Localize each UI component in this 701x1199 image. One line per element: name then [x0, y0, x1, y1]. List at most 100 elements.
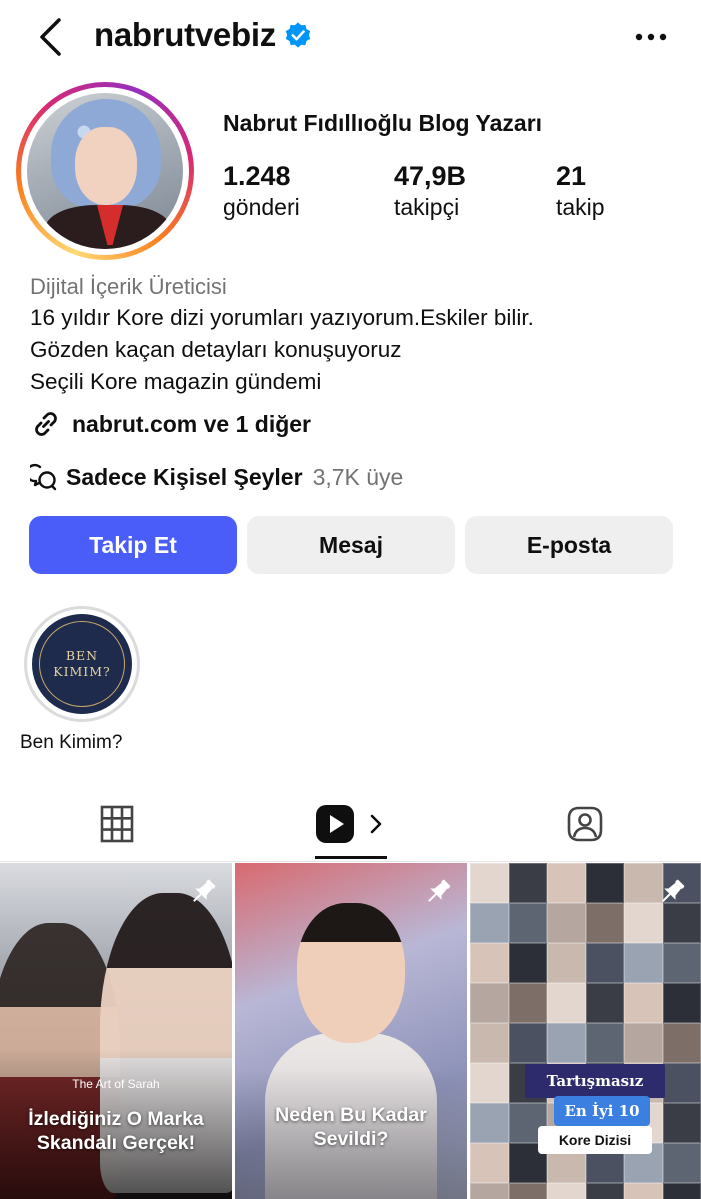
tab-posts-grid[interactable]: [60, 786, 174, 862]
collage-tile: [624, 1023, 663, 1063]
stat-following[interactable]: 21 takip: [556, 160, 605, 222]
stat-posts-label: gönderi: [223, 194, 300, 220]
pin-icon: [662, 879, 685, 902]
follow-button[interactable]: Takip Et: [29, 516, 237, 574]
profile-link-text[interactable]: nabrut.com ve 1 diğer: [72, 411, 311, 438]
collage-tile: [662, 983, 701, 1023]
collage-tile: [470, 1103, 509, 1143]
collage-tile: [662, 1103, 701, 1143]
profile-avatar-story-ring[interactable]: [16, 82, 194, 260]
collage-tile: [470, 903, 509, 943]
broadcast-channel-icon: [30, 463, 57, 491]
collage-tile: [585, 1183, 624, 1199]
collage-tile: [547, 1183, 586, 1199]
more-options-button[interactable]: [631, 20, 671, 54]
profile-tabs: [0, 786, 701, 862]
collage-tile: [508, 863, 547, 903]
collage-tile: [547, 903, 586, 943]
stat-followers[interactable]: 47,9B takipçi: [394, 160, 466, 222]
link-icon: [35, 412, 57, 436]
divider: [0, 861, 701, 862]
collage-tile: [585, 903, 624, 943]
collage-tile: [470, 943, 509, 983]
profile-bio: Dijital İçerik Üreticisi 16 yıldır Kore …: [30, 272, 680, 398]
reel-small-text: The Art of Sarah: [72, 1077, 160, 1091]
bio-line: Seçili Kore magazin gündemi: [30, 369, 322, 394]
reel-caption-line: Sevildi?: [313, 1128, 389, 1150]
tab-reels[interactable]: [300, 786, 400, 862]
tagged-icon: [567, 806, 603, 842]
highlight-label: Ben Kimim?: [20, 732, 123, 753]
profile-links[interactable]: nabrut.com ve 1 diğer: [30, 408, 311, 440]
stat-followers-label: takipçi: [394, 194, 460, 220]
profile-username: nabrutvebiz: [94, 16, 276, 53]
verified-badge-icon: [285, 22, 311, 48]
collage-tile: [624, 983, 663, 1023]
collage-tile: [662, 1143, 701, 1183]
broadcast-channel[interactable]: Sadece Kişisel Şeyler 3,7K üye: [30, 463, 403, 491]
collage-tile: [470, 1143, 509, 1183]
profile-username-row: nabrutvebiz: [94, 16, 312, 54]
collage-tile: [585, 943, 624, 983]
bio-line: 16 yıldır Kore dizi yorumları yazıyorum.…: [30, 305, 534, 330]
reels-icon: [316, 805, 354, 843]
channel-members: 3,7K üye: [312, 463, 404, 490]
highlight-cover: BEN KIMIM?: [32, 614, 132, 714]
collage-tile: [547, 943, 586, 983]
reel-thumbnail[interactable]: The Art of Sarah İzlediğiniz O Marka Ska…: [0, 863, 232, 1199]
collage-tile: [547, 1023, 586, 1063]
stat-posts[interactable]: 1.248 gönderi: [223, 160, 300, 222]
channel-name: Sadece Kişisel Şeyler: [66, 463, 303, 490]
grid-icon: [100, 805, 134, 843]
collage-tile: [624, 903, 663, 943]
email-button[interactable]: E-posta: [465, 516, 673, 574]
collage-tile: [547, 983, 586, 1023]
collage-tile: [624, 943, 663, 983]
collage-tile: [508, 983, 547, 1023]
reel-thumbnail[interactable]: Tartışmasız En İyi 10 Kore Dizisi: [470, 863, 701, 1199]
profile-category: Dijital İçerik Üreticisi: [30, 274, 227, 299]
collage-tile: [508, 1023, 547, 1063]
profile-display-name: Nabrut Fıdıllıoğlu Blog Yazarı: [223, 110, 543, 136]
collage-tile: [508, 903, 547, 943]
stat-following-count: 21: [556, 161, 587, 191]
back-button[interactable]: [30, 14, 70, 60]
story-highlight[interactable]: BEN KIMIM? Ben Kimim?: [20, 606, 140, 753]
active-tab-indicator: [315, 856, 387, 859]
reel-caption: Neden Bu Kadar Sevildi?: [235, 1103, 467, 1151]
collage-tile: [470, 863, 509, 903]
reel-badge: Kore Dizisi: [538, 1126, 652, 1154]
profile-header: nabrutvebiz: [0, 0, 701, 78]
collage-tile: [547, 863, 586, 903]
collage-tile: [662, 943, 701, 983]
collage-tile: [585, 1023, 624, 1063]
collage-tile: [508, 943, 547, 983]
chevron-right-icon: [370, 814, 382, 834]
avatar: [27, 93, 183, 249]
collage-tile: [662, 1023, 701, 1063]
message-button[interactable]: Mesaj: [247, 516, 455, 574]
reel-caption-line: Neden Bu Kadar: [275, 1104, 427, 1126]
collage-tile: [470, 983, 509, 1023]
reel-badge: Tartışmasız: [525, 1064, 665, 1098]
stat-posts-count: 1.248: [223, 161, 291, 191]
collage-tile: [470, 1063, 509, 1103]
reel-caption: İzlediğiniz O Marka Skandalı Gerçek!: [0, 1107, 232, 1155]
stat-followers-count: 47,9B: [394, 161, 467, 191]
collage-tile: [662, 1063, 701, 1103]
collage-tile: [508, 1183, 547, 1199]
collage-tile: [624, 1183, 663, 1199]
collage-tile: [662, 903, 701, 943]
reel-caption-line: Skandalı Gerçek!: [36, 1132, 196, 1154]
collage-tile: [470, 1183, 509, 1199]
tab-tagged[interactable]: [528, 786, 642, 862]
collage-tile: [662, 1183, 701, 1199]
more-horizontal-icon: [635, 33, 667, 41]
stat-following-label: takip: [556, 194, 605, 220]
reel-badge: En İyi 10: [554, 1096, 650, 1126]
reel-caption-line: İzlediğiniz O Marka: [28, 1108, 204, 1130]
pin-icon: [193, 879, 216, 902]
reel-thumbnail[interactable]: Neden Bu Kadar Sevildi?: [235, 863, 467, 1199]
collage-tile: [585, 983, 624, 1023]
collage-tile: [585, 863, 624, 903]
